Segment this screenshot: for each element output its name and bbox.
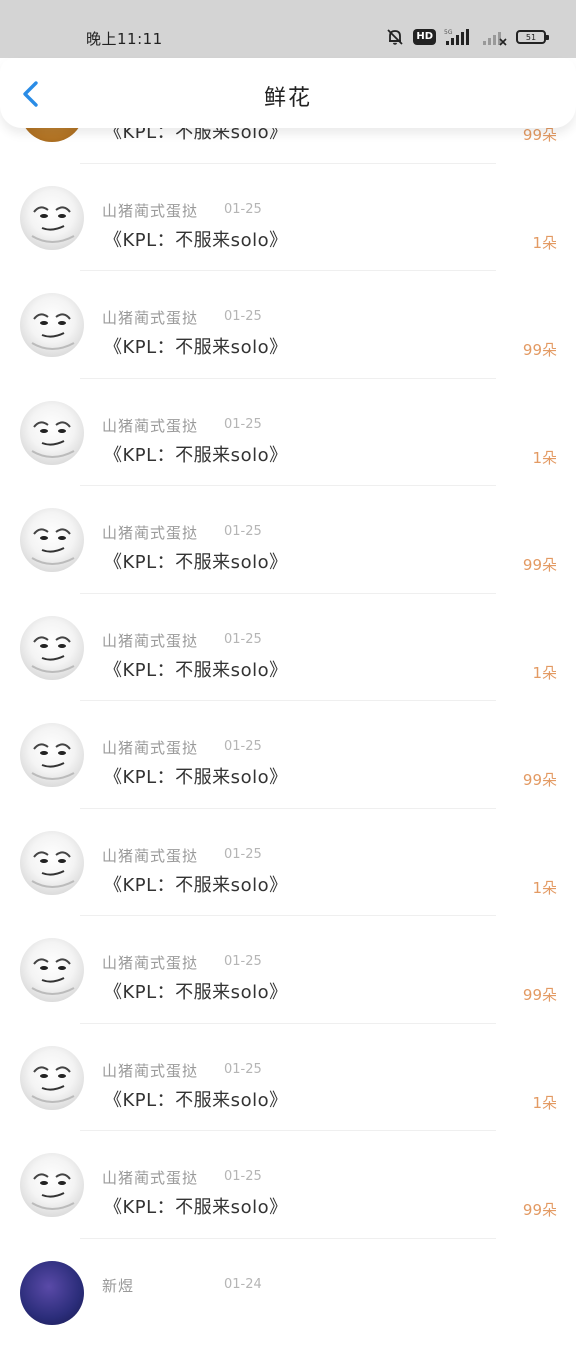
avatar[interactable]	[20, 723, 84, 787]
row-title: 《KPL：不服来solo》	[104, 1086, 288, 1112]
page-title: 鲜花	[0, 80, 576, 112]
list-item[interactable]: 山猪蔺式蛋挞 01-25 《KPL：不服来solo》 1朵	[0, 809, 576, 917]
meme-face-icon	[20, 723, 84, 787]
row-date: 01-25	[224, 847, 262, 862]
meme-face-icon	[20, 508, 84, 572]
signal-5g-icon: 5G	[444, 27, 474, 47]
row-name: 山猪蔺式蛋挞	[102, 1167, 198, 1188]
row-title: 《KPL：不服来solo》	[104, 978, 288, 1004]
list-item[interactable]: 山猪蔺式蛋挞 01-25 《KPL：不服来solo》 99朵	[0, 1131, 576, 1239]
battery-icon: 51	[516, 30, 546, 44]
row-title: 《KPL：不服来solo》	[104, 656, 288, 682]
row-date: 01-25	[224, 202, 262, 217]
row-amount: 99朵	[523, 554, 557, 575]
row-title: 《KPL：不服来solo》	[104, 1193, 288, 1219]
row-name: 山猪蔺式蛋挞	[102, 200, 198, 221]
row-amount: 1朵	[532, 662, 557, 683]
battery-level: 51	[526, 33, 536, 42]
row-amount: 1朵	[532, 1092, 557, 1113]
row-name: 山猪蔺式蛋挞	[102, 415, 198, 436]
row-name: 山猪蔺式蛋挞	[102, 522, 198, 543]
row-title: 《KPL：不服来solo》	[104, 763, 288, 789]
avatar[interactable]	[20, 508, 84, 572]
row-date: 01-25	[224, 1062, 262, 1077]
row-name: 山猪蔺式蛋挞	[102, 630, 198, 651]
status-bar: 晚上11:11 HD 5G 51	[0, 0, 576, 58]
mute-bell-icon	[385, 27, 405, 47]
row-date: 01-25	[224, 954, 262, 969]
row-amount: 99朵	[523, 1199, 557, 1220]
row-amount: 99朵	[523, 769, 557, 790]
list-item[interactable]: 新煜 01-24	[0, 1239, 576, 1346]
avatar[interactable]	[20, 401, 84, 465]
list-item[interactable]: 山猪蔺式蛋挞 01-25 《KPL：不服来solo》 99朵	[0, 271, 576, 379]
page-header: 鲜花	[0, 58, 576, 128]
row-name: 山猪蔺式蛋挞	[102, 307, 198, 328]
row-name: 山猪蔺式蛋挞	[102, 737, 198, 758]
meme-face-icon	[20, 401, 84, 465]
row-title: 《KPL：不服来solo》	[104, 548, 288, 574]
avatar[interactable]	[20, 1046, 84, 1110]
row-amount: 99朵	[523, 339, 557, 360]
row-date: 01-25	[224, 524, 262, 539]
list-item[interactable]: 山猪蔺式蛋挞 01-25 《KPL：不服来solo》 99朵	[0, 701, 576, 809]
row-name: 新煜	[102, 1275, 134, 1296]
row-date: 01-25	[224, 739, 262, 754]
list-item[interactable]: 山猪蔺式蛋挞 01-25 《KPL：不服来solo》 1朵	[0, 594, 576, 702]
meme-face-icon	[20, 186, 84, 250]
row-amount: 1朵	[532, 232, 557, 253]
status-icons: HD 5G 51	[385, 26, 546, 48]
list-item[interactable]: 山猪蔺式蛋挞 01-25 《KPL：不服来solo》 1朵	[0, 1024, 576, 1132]
avatar[interactable]	[20, 293, 84, 357]
row-date: 01-25	[224, 309, 262, 324]
list-item[interactable]: 山猪蔺式蛋挞 01-25 《KPL：不服来solo》 99朵	[0, 916, 576, 1024]
flower-list: 《KPL：不服来solo》 99朵 山猪蔺式蛋挞 01-25 《KPL：不服来s…	[0, 56, 576, 1346]
row-name: 山猪蔺式蛋挞	[102, 1060, 198, 1081]
status-time: 晚上11:11	[86, 28, 163, 49]
row-date: 01-25	[224, 417, 262, 432]
list-item[interactable]: 山猪蔺式蛋挞 01-25 《KPL：不服来solo》 1朵	[0, 379, 576, 487]
list-item[interactable]: 山猪蔺式蛋挞 01-25 《KPL：不服来solo》 99朵	[0, 486, 576, 594]
meme-face-icon	[20, 938, 84, 1002]
row-date: 01-25	[224, 1169, 262, 1184]
row-amount: 1朵	[532, 447, 557, 468]
svg-text:5G: 5G	[444, 29, 453, 36]
avatar[interactable]	[20, 1261, 84, 1325]
signal-no-service-icon	[482, 27, 508, 47]
meme-face-icon	[20, 831, 84, 895]
avatar[interactable]	[20, 1153, 84, 1217]
meme-face-icon	[20, 293, 84, 357]
row-title: 《KPL：不服来solo》	[104, 226, 288, 252]
meme-face-icon	[20, 1046, 84, 1110]
row-name: 山猪蔺式蛋挞	[102, 845, 198, 866]
row-title: 《KPL：不服来solo》	[104, 441, 288, 467]
row-name: 山猪蔺式蛋挞	[102, 952, 198, 973]
avatar[interactable]	[20, 616, 84, 680]
row-amount: 1朵	[532, 877, 557, 898]
list-item[interactable]: 山猪蔺式蛋挞 01-25 《KPL：不服来solo》 1朵	[0, 164, 576, 272]
hd-badge: HD	[413, 29, 436, 45]
avatar[interactable]	[20, 831, 84, 895]
meme-face-icon	[20, 616, 84, 680]
row-date: 01-24	[224, 1277, 262, 1292]
avatar[interactable]	[20, 186, 84, 250]
row-date: 01-25	[224, 632, 262, 647]
row-title: 《KPL：不服来solo》	[104, 333, 288, 359]
row-amount: 99朵	[523, 984, 557, 1005]
avatar[interactable]	[20, 938, 84, 1002]
meme-face-icon	[20, 1153, 84, 1217]
row-title: 《KPL：不服来solo》	[104, 871, 288, 897]
